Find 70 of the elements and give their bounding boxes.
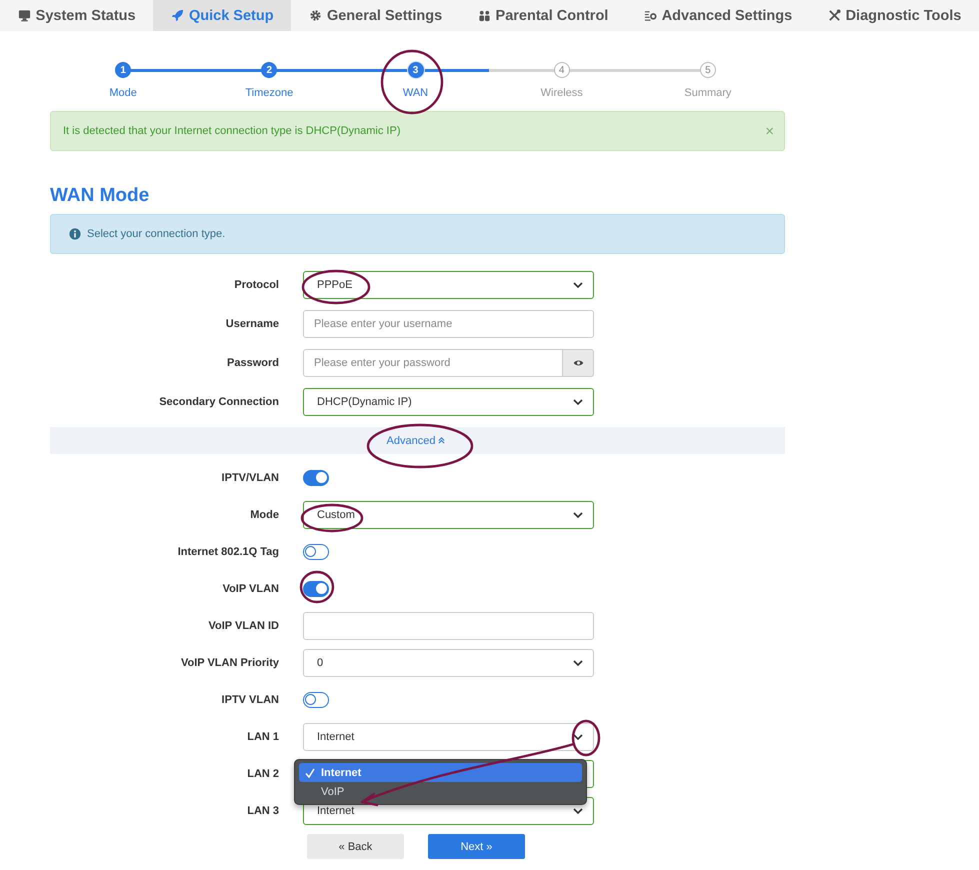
step-number: 5	[700, 62, 716, 78]
field-label: Username	[224, 318, 280, 330]
select-field[interactable]: PPPoE	[303, 271, 594, 299]
show-password-button[interactable]	[563, 349, 594, 377]
chevron-down-icon	[573, 808, 583, 814]
select-field[interactable]: Custom	[303, 501, 594, 529]
field-label: Password	[226, 357, 280, 369]
field-label: LAN 3	[246, 805, 280, 817]
eye-icon	[572, 359, 584, 367]
toggle-switch[interactable]	[303, 544, 329, 560]
sliders-gear-icon	[644, 9, 657, 22]
field-label: IPTV/VLAN	[220, 472, 280, 484]
field-label: LAN 1	[246, 731, 280, 743]
monitor-icon	[18, 9, 31, 22]
toggle-switch[interactable]	[303, 470, 329, 486]
toggle-switch[interactable]	[303, 581, 329, 597]
field-label: VoIP VLAN ID	[208, 620, 280, 632]
field-label: Internet 802.1Q Tag	[176, 546, 280, 558]
step-label: Timezone	[245, 87, 294, 99]
field-label: VoIP VLAN	[222, 583, 280, 595]
nav-tab[interactable]: System Status	[0, 0, 154, 31]
chevron-down-icon	[573, 282, 583, 288]
info-icon	[69, 228, 81, 240]
alert-text: It is detected that your Internet connection type is DHCP(Dynamic IP)	[63, 125, 400, 137]
password-input[interactable]: Please enter your password	[303, 349, 563, 377]
annotation-circle	[300, 570, 334, 604]
step-label: WAN	[402, 87, 428, 99]
chevron-down-icon	[573, 734, 583, 740]
people-icon	[478, 9, 491, 22]
step-label: Summary	[684, 87, 732, 99]
chevron-down-icon	[573, 512, 583, 518]
field-label: IPTV VLAN	[220, 694, 280, 706]
next-button[interactable]: Next »	[428, 834, 525, 859]
rocket-icon	[170, 9, 184, 22]
field-label: Protocol	[233, 279, 280, 291]
step-number: 2	[261, 62, 278, 78]
step-number: 4	[554, 62, 570, 78]
step-label: Wireless	[540, 87, 583, 99]
toggle-switch[interactable]	[303, 692, 329, 708]
step-label: Mode	[109, 87, 137, 99]
nav-tab[interactable]: General Settings	[291, 0, 460, 31]
step-number: 3	[408, 62, 424, 78]
back-button[interactable]: « Back	[307, 834, 404, 859]
select-field[interactable]: Internet	[303, 723, 594, 751]
checkmark-icon	[305, 768, 315, 778]
advanced-link[interactable]: Advanced	[386, 434, 446, 446]
chevron-down-icon	[573, 399, 583, 405]
step-number: 1	[115, 62, 132, 78]
select-field[interactable]: DHCP(Dynamic IP)	[303, 388, 594, 416]
chevron-down-icon	[573, 660, 583, 666]
tools-icon	[828, 9, 841, 22]
annotation-circle	[300, 504, 364, 532]
section-title: WAN Mode	[50, 184, 150, 208]
dropdown-option[interactable]: Internet	[299, 763, 582, 782]
text-input[interactable]	[303, 612, 594, 640]
info-text: Select your connection type.	[87, 228, 226, 240]
double-chevron-icon	[438, 437, 446, 444]
annotation-circle	[302, 270, 370, 304]
select-field[interactable]: 0	[303, 649, 594, 677]
gear-icon	[308, 9, 322, 22]
field-label: LAN 2	[246, 768, 280, 780]
annotation-circle	[572, 720, 600, 756]
field-label: Mode	[249, 509, 280, 521]
annotation-circle	[380, 50, 444, 114]
nav-tab[interactable]: Parental Control	[460, 0, 626, 31]
field-label: Secondary Connection	[158, 396, 280, 408]
nav-tab[interactable]: Diagnostic Tools	[810, 0, 979, 31]
field-label: VoIP VLAN Priority	[180, 657, 280, 669]
text-input[interactable]: Please enter your username	[303, 310, 594, 338]
nav-tab[interactable]: Advanced Settings	[626, 0, 810, 31]
